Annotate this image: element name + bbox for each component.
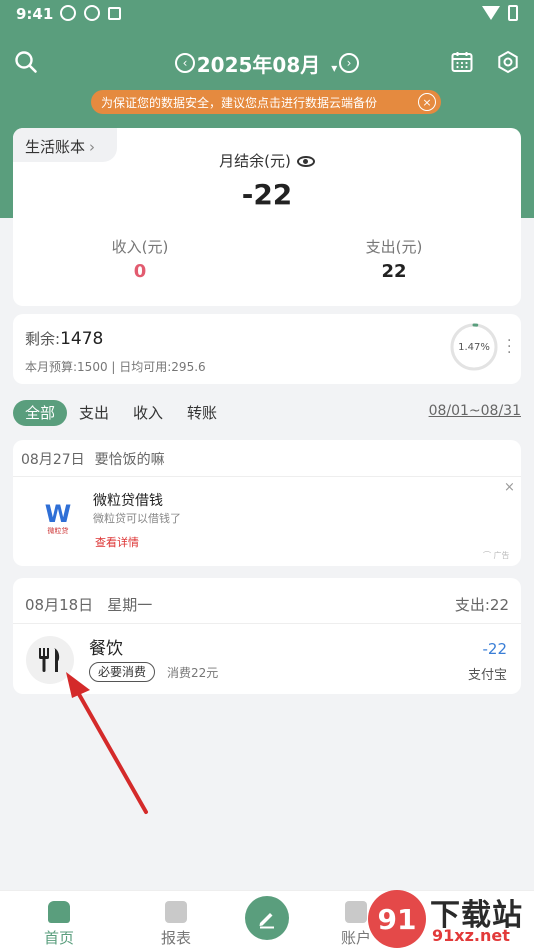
divider (13, 476, 521, 477)
search-button[interactable] (10, 46, 42, 78)
income-label: 收入(元) (111, 238, 169, 256)
budget-remain-value: 1478 (60, 329, 104, 349)
day-header: 08月18日 星期一 (25, 594, 152, 615)
status-system-icons (482, 5, 518, 21)
wifi-icon (482, 6, 500, 20)
eye-icon[interactable] (296, 156, 315, 167)
chevron-right-icon: › (346, 56, 352, 70)
budget-remain: 剩余:1478 (25, 328, 103, 349)
budget-remain-label: 剩余: (25, 330, 61, 348)
divider (13, 623, 521, 624)
top-bar: ‹ 2025年08月 ▾ › (0, 44, 534, 84)
nav-home-label: 首页 (43, 929, 74, 947)
calendar-button[interactable] (446, 46, 478, 78)
status-notification-icons (60, 5, 121, 21)
next-month-button[interactable]: › (339, 53, 359, 73)
budget-card[interactable]: 剩余:1478 本月预算:1500 | 日均可用:295.6 1.47% · · · (13, 314, 521, 384)
ad-title[interactable]: 微粒贷借钱 (93, 490, 163, 510)
report-icon (165, 901, 187, 923)
month-balance-label: 月结余(元) (13, 150, 521, 171)
settings-button[interactable] (492, 46, 524, 78)
watermark: 91 下载站 91xz.net (368, 888, 534, 950)
backup-banner[interactable]: 为保证您的数据安全，建议您点击进行数据云端备份 × (91, 90, 441, 114)
status-time: 9:41 (16, 5, 54, 23)
budget-percent: 1.47% (458, 341, 490, 353)
nav-report[interactable]: 报表 (141, 901, 211, 948)
date-range[interactable]: 08/01~08/31 (429, 403, 521, 419)
status-bar: 9:41 (0, 0, 534, 28)
filter-tab-income[interactable]: 收入 (129, 400, 167, 426)
day-weekday: 星期一 (107, 596, 153, 614)
budget-subtext: 本月预算:1500 | 日均可用:295.6 (25, 360, 206, 374)
nav-home[interactable]: 首页 (24, 901, 94, 948)
add-record-button[interactable] (245, 896, 289, 940)
filter-tab-transfer[interactable]: 转账 (183, 400, 221, 426)
expense-label: 支出(元) (365, 238, 423, 256)
prev-month-button[interactable]: ‹ (175, 53, 195, 73)
nav-account-label: 账户 (340, 929, 371, 947)
filter-tab-expense[interactable]: 支出 (75, 400, 113, 426)
close-icon[interactable]: × (504, 480, 515, 495)
ad-logo-letter: W (44, 500, 72, 528)
ad-mark: ⌒ 广告 (483, 551, 510, 560)
ad-logo-text: 微粒贷 (47, 527, 69, 535)
more-icon[interactable]: · · · (507, 334, 511, 360)
nav-report-label: 报表 (160, 929, 191, 947)
filter-tab-all[interactable]: 全部 (13, 400, 67, 426)
transaction-amount: -22 (482, 640, 508, 658)
close-icon[interactable]: × (418, 93, 436, 111)
wallet-icon (345, 901, 367, 923)
transaction-category[interactable]: 餐饮 (89, 634, 123, 659)
notification-icon (84, 5, 100, 21)
day-date: 08月18日 (25, 596, 94, 614)
ad-subtitle: 微粒贷可以借钱了 (93, 512, 181, 525)
search-icon (15, 51, 37, 73)
month-title[interactable]: 2025年08月 (197, 53, 321, 77)
watermark-logo: 91 (368, 890, 426, 948)
chevron-down-icon[interactable]: ▾ (331, 61, 337, 75)
notification-icon (60, 5, 76, 21)
day-note: 要恰饭的嘛 (94, 452, 165, 468)
settings-icon (498, 50, 518, 74)
battery-icon (508, 5, 518, 21)
pencil-icon (259, 913, 274, 929)
month-balance-label-text: 月结余(元) (219, 152, 291, 170)
day-group-0827: 08月27日 要恰饭的嘛 W 微粒贷 微粒贷借钱 微粒贷可以借钱了 查看详情 × … (13, 440, 521, 566)
day-date: 08月27日 (21, 452, 85, 468)
day-total: 支出:22 (454, 596, 509, 614)
notification-app-icon (108, 7, 121, 20)
ad-link[interactable]: 查看详情 (95, 534, 139, 550)
filter-row: 全部 支出 收入 转账 08/01~08/31 (13, 400, 521, 426)
month-balance-value: -22 (241, 178, 293, 211)
income-value: 0 (133, 261, 147, 282)
ad-logo: W 微粒贷 (31, 492, 85, 546)
backup-banner-text: 为保证您的数据安全，建议您点击进行数据云端备份 (101, 95, 378, 110)
watermark-url: 91xz.net (432, 926, 510, 945)
transaction-account: 支付宝 (467, 668, 507, 683)
summary-card: 生活账本 › 月结余(元) -22 收入(元) 0 支出(元) 22 (13, 128, 521, 306)
annotation-arrow-icon (66, 672, 148, 814)
home-icon (48, 901, 70, 923)
transaction-note: 消费22元 (167, 666, 219, 680)
day-header: 08月27日 要恰饭的嘛 (21, 449, 165, 469)
expense-value: 22 (381, 261, 407, 282)
chevron-left-icon: ‹ (182, 56, 188, 70)
calendar-icon (451, 52, 473, 72)
